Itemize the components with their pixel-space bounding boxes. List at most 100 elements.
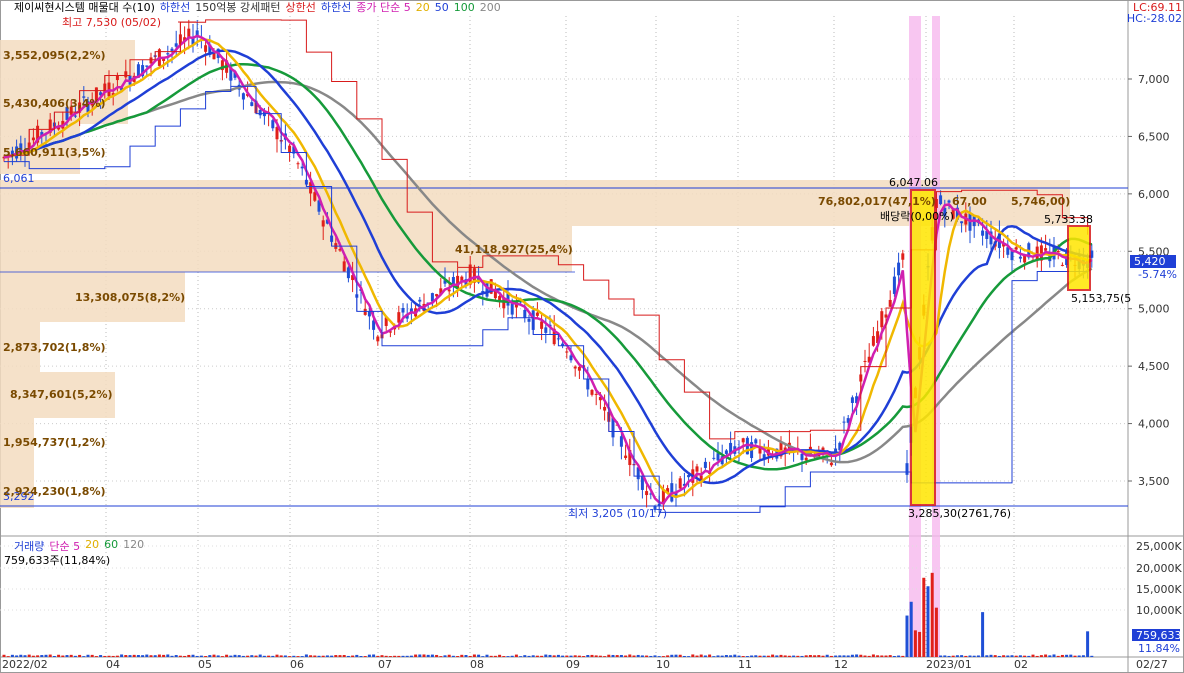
volume-bar — [628, 654, 632, 657]
volume-bar — [649, 655, 653, 657]
volume-bar — [124, 655, 128, 657]
volume-bar — [884, 655, 888, 657]
candle-body — [376, 336, 380, 342]
volume-tick-label: 25,000K — [1136, 540, 1182, 553]
candle-body — [800, 453, 804, 460]
volume-bar — [258, 654, 262, 657]
volume-bar — [439, 656, 443, 657]
candle-body — [288, 145, 292, 153]
volume-bar — [993, 655, 997, 657]
candle-body — [842, 421, 846, 423]
legend-lower-band[interactable]: 하한선 — [160, 0, 190, 16]
volume-bar — [94, 656, 98, 657]
indicator-title[interactable]: 제이씨현시스템 매물대 수(10) — [14, 0, 155, 16]
volume-bar — [430, 654, 434, 657]
volume-bar — [666, 655, 670, 657]
volume-bar — [645, 655, 649, 657]
volume-bar — [141, 655, 145, 657]
volume-bar — [955, 655, 959, 657]
price-tick-label: 6,500 — [1138, 130, 1170, 143]
volume-bar — [132, 654, 136, 657]
volume-bar — [964, 655, 968, 657]
x-axis-label: 04 — [106, 658, 120, 671]
legend-ma20[interactable]: 20 — [416, 0, 430, 16]
legend-ma5[interactable]: 종가 단순 5 — [356, 0, 410, 16]
chart-header: 제이씨현시스템 매물대 수(10) 하한선 150억봉 강세패턴 상한선 하한선… — [0, 0, 501, 16]
candle-body — [342, 261, 346, 272]
candle-body — [447, 289, 451, 292]
legend-ma50[interactable]: 50 — [435, 0, 449, 16]
legend-ma200[interactable]: 200 — [480, 0, 501, 16]
vals-5746-label: 5,746,00) — [1011, 195, 1070, 208]
volume-bar — [334, 655, 338, 657]
volume-bar — [523, 655, 527, 657]
volume-bar — [653, 655, 657, 657]
volume-bar — [422, 654, 426, 657]
volume-bar — [1056, 655, 1060, 657]
volume-profile-label: 3,552,095(2,2%) — [3, 49, 106, 62]
volume-bar — [170, 655, 174, 657]
volume-bar — [661, 656, 665, 657]
candle-body — [250, 102, 254, 106]
candle-body — [565, 351, 569, 353]
volume-bar — [640, 655, 644, 657]
volume-bar — [1035, 655, 1039, 657]
volume-bar — [577, 655, 581, 657]
volume-bar — [712, 656, 716, 657]
volume-bar — [1018, 655, 1022, 657]
legend-upper-band[interactable]: 상한선 — [286, 0, 316, 16]
volume-bar — [771, 654, 775, 657]
candle-body — [603, 406, 607, 411]
volume-bar — [48, 654, 52, 657]
volume-bar — [183, 655, 187, 657]
volume-bar — [607, 654, 611, 657]
volume-bar — [972, 655, 976, 657]
volume-bar — [136, 655, 140, 657]
candle-body — [401, 308, 405, 313]
stock-chart[interactable]: 7,0006,5006,0005,5005,0004,5004,0003,500… — [0, 0, 1184, 673]
volume-bar — [934, 607, 938, 657]
candle-body — [577, 366, 581, 371]
volume-bar — [548, 654, 552, 657]
volume-bar — [762, 655, 766, 657]
volume-bar — [598, 655, 602, 657]
volume-bar — [981, 612, 985, 657]
price-tick-label: 7,000 — [1138, 73, 1170, 86]
volume-bar — [414, 654, 418, 657]
vol-legend-ma120[interactable]: 120 — [123, 538, 144, 554]
volume-bar — [506, 656, 510, 657]
volume-bar — [23, 655, 27, 657]
volume-bar — [10, 654, 14, 657]
volume-bar — [464, 655, 468, 657]
candle-body — [1044, 248, 1048, 251]
volume-bar — [876, 655, 880, 657]
volume-bar — [393, 655, 397, 657]
level-6061-label: 6,061 — [3, 172, 35, 185]
candle-body — [619, 436, 623, 447]
legend-ma100[interactable]: 100 — [454, 0, 475, 16]
x-axis-label: 02/27 — [1136, 658, 1168, 671]
legend-pattern[interactable]: 150억봉 강세패턴 — [195, 0, 280, 16]
volume-bar — [783, 655, 787, 657]
volume-bar — [288, 656, 292, 657]
volume-bar — [40, 655, 44, 657]
volume-bar — [493, 655, 497, 657]
candle-body — [300, 166, 304, 169]
volume-bar — [468, 655, 472, 657]
volume-bar — [817, 655, 821, 657]
x-axis-label: 05 — [198, 658, 212, 671]
legend-lower-band-2[interactable]: 하한선 — [321, 0, 351, 16]
volume-bar — [766, 655, 770, 657]
candle-body — [1056, 250, 1060, 253]
volume-bar — [859, 654, 863, 657]
volume-bar — [695, 655, 699, 657]
volume-bar — [250, 655, 254, 657]
volume-bar — [800, 655, 804, 657]
volume-bar — [78, 654, 82, 657]
volume-bar — [447, 654, 451, 657]
volume-bar — [540, 655, 544, 657]
volume-bar — [808, 655, 812, 657]
volume-bar — [997, 655, 1001, 657]
volume-bar — [111, 655, 115, 657]
volume-bar — [351, 655, 355, 657]
